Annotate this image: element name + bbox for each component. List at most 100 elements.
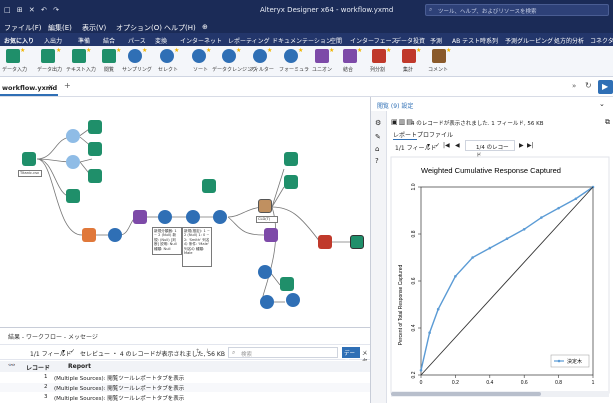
global-search-box[interactable]: ⌕ ツール、ヘルプ、およびリソースを検索 — [425, 4, 609, 16]
next-record-icon[interactable]: ▶ — [519, 142, 524, 149]
data-input-icon[interactable] — [6, 49, 20, 63]
browse-node[interactable] — [88, 142, 102, 156]
text-to-columns-icon[interactable] — [372, 49, 386, 63]
browse-node[interactable] — [284, 152, 298, 166]
formula-node[interactable] — [186, 210, 200, 224]
field-selector[interactable]: 1/1 フィールド — [30, 349, 71, 358]
record-pager-input[interactable]: 1/4 のレコード — [465, 140, 515, 159]
chevron-down-icon[interactable]: ⌄ — [599, 100, 605, 108]
menu-options[interactable]: オプション(O) — [116, 23, 162, 33]
chevron-down-icon[interactable]: ▾ — [427, 142, 430, 149]
summarize-icon[interactable] — [402, 49, 416, 63]
copy-icon[interactable]: ⧉ — [605, 118, 610, 127]
add-tab-icon[interactable]: + — [64, 81, 71, 90]
tab-favorites[interactable]: お気に入り — [4, 36, 34, 45]
run-button[interactable]: ▶ — [598, 80, 613, 94]
tab-prescriptive[interactable]: 処方的分析 — [554, 36, 584, 45]
down-arrow-icon[interactable]: ↓ — [205, 348, 210, 355]
menu-view[interactable]: 表示(V) — [82, 23, 106, 33]
tab-documentation[interactable]: ドキュメンテーション — [272, 36, 332, 45]
filter-icon[interactable] — [253, 49, 267, 63]
last-record-icon[interactable]: ▶| — [527, 142, 534, 149]
table-row[interactable]: 1 (Multiple Sources): 閲覧ツールレポートタブを表示 — [0, 373, 370, 382]
prev-record-icon[interactable]: ◀ — [455, 142, 460, 149]
settings-icon[interactable]: ⚙ — [375, 119, 381, 127]
scrollbar-thumb[interactable] — [391, 392, 541, 396]
score-node[interactable] — [318, 235, 332, 249]
tab-profile[interactable]: プロファイル — [417, 130, 453, 139]
tab-connectors[interactable]: コネクター — [590, 36, 613, 45]
chevron-down-icon[interactable]: ▾ — [62, 348, 65, 355]
input-data-node[interactable] — [22, 152, 36, 166]
sample-node[interactable] — [66, 129, 80, 143]
check-icon[interactable]: ✓ — [70, 348, 75, 355]
sort-icon[interactable] — [192, 49, 206, 63]
filter-node[interactable] — [260, 295, 274, 309]
tab-parse[interactable]: パース — [128, 36, 146, 45]
col-header-record[interactable]: レコード — [26, 363, 50, 372]
join-node[interactable] — [133, 210, 147, 224]
filter-node[interactable] — [158, 210, 172, 224]
sample-icon[interactable] — [128, 49, 142, 63]
tab-data-investigation[interactable]: データ投資 — [395, 36, 425, 45]
tab-prep[interactable]: 準備 — [78, 36, 90, 45]
quick-access-icons[interactable]: □ ⊞ ✕ ↶ ↷ — [4, 6, 61, 14]
tab-time-series[interactable]: 時系列 — [480, 36, 498, 45]
tag-icon[interactable]: ⌂ — [375, 145, 379, 153]
tab-reporting[interactable]: レポーティング — [228, 36, 270, 45]
tab-in-out[interactable]: 入出力 — [44, 36, 62, 45]
union-icon[interactable] — [315, 49, 329, 63]
table-row[interactable]: 2 (Multiple Sources): 閲覧ツールレポートタブを表示 — [0, 383, 370, 392]
doc-tab-workflow[interactable]: workflow.yxmd × — [0, 79, 58, 96]
select-node[interactable] — [108, 228, 122, 242]
browse-node[interactable] — [66, 189, 80, 203]
select-node[interactable] — [286, 293, 300, 307]
menu-edit[interactable]: 編集(E) — [48, 23, 72, 33]
horizontal-scrollbar[interactable] — [391, 391, 609, 397]
union-node[interactable] — [264, 228, 278, 242]
tab-report[interactable]: レポート — [393, 130, 418, 140]
refresh-icon[interactable]: ↻ — [585, 81, 592, 90]
first-record-icon[interactable]: |◀ — [443, 142, 450, 149]
decision-tree-node[interactable] — [258, 199, 272, 213]
browse-node[interactable] — [280, 277, 294, 291]
browse-node[interactable] — [88, 169, 102, 183]
text-input-icon[interactable] — [72, 49, 86, 63]
data-output-icon[interactable] — [41, 49, 55, 63]
up-arrow-icon[interactable]: ↑ — [195, 348, 200, 355]
globe-icon[interactable]: ⊕ — [202, 23, 208, 31]
results-search-input[interactable]: ⌕ 検索 — [228, 347, 338, 358]
close-icon[interactable]: × — [48, 83, 54, 91]
tab-interface[interactable]: インターフェース — [350, 36, 397, 45]
browse-node[interactable] — [202, 179, 216, 193]
tab-predictive[interactable]: 予測 — [430, 36, 442, 45]
formula-icon[interactable] — [284, 49, 298, 63]
menu-file[interactable]: ファイル(F) — [4, 23, 42, 33]
data-view-button[interactable]: データ — [342, 347, 360, 365]
formula-node[interactable] — [258, 265, 272, 279]
join-icon[interactable] — [343, 49, 357, 63]
tab-spatial[interactable]: 空間 — [330, 36, 342, 45]
check-icon[interactable]: ✓ — [435, 142, 440, 149]
tab-transform[interactable]: 変換 — [155, 36, 167, 45]
table-row[interactable]: 3 (Multiple Sources): 閲覧ツールレポートタブを表示 — [0, 393, 370, 402]
config-field-selector[interactable]: 1/1 フィールド — [395, 143, 436, 152]
browse-node-selected[interactable] — [350, 235, 364, 249]
tab-predictive-grouping[interactable]: 予測グルーピング — [505, 36, 553, 45]
tab-ab-test[interactable]: AB テスト — [452, 36, 480, 45]
browse-icon[interactable] — [102, 49, 116, 63]
overflow-icon[interactable]: » — [572, 82, 576, 90]
col-header-report[interactable]: Report — [68, 363, 91, 370]
menu-help[interactable]: ヘルプ(H) — [164, 23, 196, 33]
annotation-icon[interactable]: ✎ — [375, 133, 381, 141]
tab-internet[interactable]: インターネット — [180, 36, 222, 45]
data-cleansing-icon[interactable] — [222, 49, 236, 63]
browse-node[interactable] — [284, 175, 298, 189]
sort-node[interactable] — [213, 210, 227, 224]
comment-icon[interactable] — [432, 49, 446, 63]
browse-node[interactable] — [88, 120, 102, 134]
tab-join[interactable]: 結合 — [103, 36, 115, 45]
summarize-node[interactable] — [82, 228, 96, 242]
formula-node[interactable] — [66, 155, 80, 169]
select-icon[interactable] — [160, 49, 174, 63]
